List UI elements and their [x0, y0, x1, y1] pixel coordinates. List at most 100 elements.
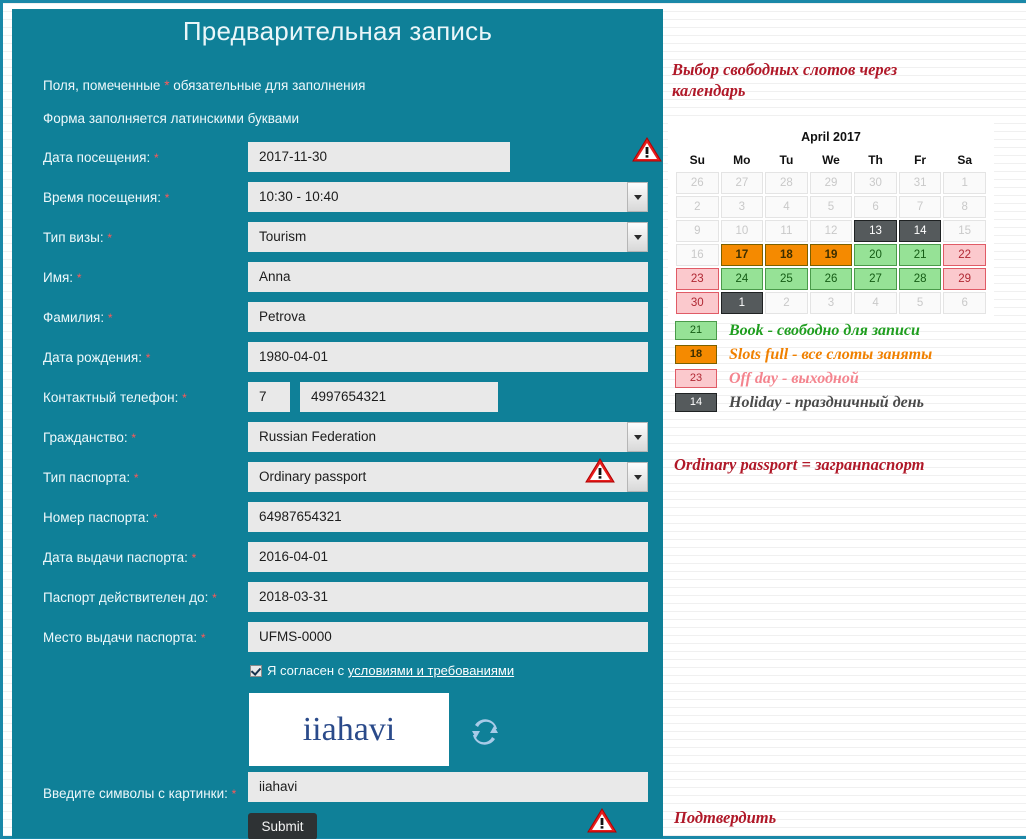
calendar-day-out: 29	[809, 172, 853, 194]
chevron-down-icon[interactable]	[627, 222, 648, 252]
required-asterisk: *	[107, 231, 113, 245]
first-name-value: Anna	[259, 269, 291, 284]
required-asterisk: *	[212, 591, 217, 605]
visit-time-select[interactable]: 10:30 - 10:40	[248, 182, 648, 212]
label-passport-type: Тип паспорта: *	[43, 470, 139, 485]
calendar-day-book[interactable]: 20	[854, 244, 897, 266]
calendar-widget[interactable]: April 2017 Su Mo Tu We Th Fr Sa 26 27 28 29 30 31 1 2…	[668, 123, 994, 322]
calendar-day-off: 30	[676, 292, 719, 314]
calendar-weekday: Th	[868, 153, 883, 167]
calendar-day-out: 6	[943, 292, 986, 314]
calendar-day-book[interactable]: 21	[898, 244, 942, 266]
visit-time-value: 10:30 - 10:40	[259, 189, 339, 204]
legend-label-full: Slots full - все слоты заняты	[729, 345, 933, 363]
terms-agreement-text: Я согласен с условиями и требованиями	[267, 663, 514, 678]
required-asterisk: *	[152, 511, 158, 525]
label-text: Контактный телефон:	[43, 390, 179, 405]
calendar-day-book[interactable]: 27	[854, 268, 897, 290]
label-first-name: Имя: *	[43, 270, 81, 285]
birth-date-value: 1980-04-01	[259, 349, 329, 364]
label-visit-date: Дата посещения: *	[43, 150, 159, 165]
calendar-day-out: 9	[676, 220, 719, 242]
passport-type-value: Ordinary passport	[259, 469, 367, 484]
required-asterisk: *	[191, 551, 197, 565]
passport-expiry-date-input[interactable]: 2018-03-31	[248, 582, 648, 612]
calendar-day-out: 8	[943, 196, 986, 218]
warning-icon-passport-type	[585, 457, 615, 484]
label-visa-type: Тип визы: *	[43, 230, 112, 245]
calendar-day-out: 6	[854, 196, 897, 218]
required-asterisk: *	[200, 631, 206, 645]
calendar-day-book[interactable]: 26	[809, 268, 853, 290]
calendar-day-book[interactable]: 25	[765, 268, 808, 290]
calendar-day-out: 27	[720, 172, 764, 194]
visit-date-input[interactable]: 2017-11-30	[248, 142, 510, 172]
calendar-table: Su Mo Tu We Th Fr Sa 26 27 28 29 30 31 1 2 3 4 5 6 7 8 9 10 11…	[674, 150, 988, 316]
refresh-captcha-icon[interactable]	[471, 719, 499, 745]
captcha-label: Введите символы с картинки: *	[43, 786, 236, 801]
visa-type-value: Tourism	[259, 229, 307, 244]
appointment-form-panel: Предварительная запись Поля, помеченные …	[12, 9, 663, 839]
nationality-select[interactable]: Russian Federation	[248, 422, 648, 452]
captcha-image-text: iiahavi	[302, 710, 396, 748]
calendar-day-out: 31	[898, 172, 942, 194]
calendar-day-out: 12	[809, 220, 853, 242]
label-birth-date: Дата рождения: *	[43, 350, 150, 365]
calendar-day-out: 30	[854, 172, 897, 194]
nationality-value: Russian Federation	[259, 429, 377, 444]
calendar-day-holiday: 14	[898, 220, 942, 242]
label-passport-number: Номер паспорта: *	[43, 510, 158, 525]
calendar-weekday: Fr	[914, 153, 927, 167]
birth-date-input[interactable]: 1980-04-01	[248, 342, 648, 372]
calendar-day-book[interactable]: 28	[898, 268, 942, 290]
phone-country-code-input[interactable]: 7	[248, 382, 290, 412]
calendar-weekday: Su	[689, 153, 705, 167]
calendar-day-full: 19	[809, 244, 853, 266]
chevron-down-icon[interactable]	[627, 462, 648, 492]
refresh-arrows-svg	[472, 719, 498, 745]
visa-type-select[interactable]: Tourism	[248, 222, 648, 252]
calendar-day-off: 29	[943, 268, 986, 290]
label-nationality: Гражданство: *	[43, 430, 136, 445]
passport-issue-place-input[interactable]: UFMS-0000	[248, 622, 648, 652]
calendar-weekday: We	[822, 153, 840, 167]
terms-link[interactable]: условиями и требованиями	[348, 663, 514, 678]
terms-agreement-row[interactable]: Я согласен с условиями и требованиями	[250, 663, 514, 678]
calendar-day-out: 3	[720, 196, 764, 218]
calendar-weekday: Sa	[957, 153, 973, 167]
calendar-week-row: 30 1 2 3 4 5 6	[676, 292, 986, 314]
calendar-day-out: 3	[809, 292, 853, 314]
calendar-heading: Выбор свободных слотов через календарь	[672, 60, 898, 100]
confirm-note: Подтвердить	[674, 808, 777, 827]
required-note-prefix: Поля, помеченные	[43, 78, 165, 93]
captcha-image: iiahavi	[249, 693, 449, 766]
page-title: Предварительная запись	[182, 16, 493, 46]
calendar-day-off: 23	[676, 268, 719, 290]
calendar-day-out: 2	[765, 292, 808, 314]
last-name-value: Petrova	[259, 309, 306, 324]
calendar-day-book[interactable]: 24	[720, 268, 764, 290]
chevron-down-icon[interactable]	[627, 422, 648, 452]
calendar-week-row: 23 24 25 26 27 28 29	[676, 268, 986, 290]
passport-issue-date-input[interactable]: 2016-04-01	[248, 542, 648, 572]
label-last-name: Фамилия: *	[43, 310, 113, 325]
app-root: Предварительная запись Поля, помеченные …	[0, 0, 1026, 839]
label-text: Дата рождения:	[43, 350, 142, 365]
terms-checkbox[interactable]	[250, 664, 262, 677]
calendar-day-holiday: 13	[854, 220, 897, 242]
required-asterisk: *	[131, 431, 137, 445]
calendar-day-full: 18	[765, 244, 808, 266]
passport-type-note: Ordinary passport = загранпаспорт	[674, 455, 925, 474]
phone-number-input[interactable]: 4997654321	[300, 382, 498, 412]
last-name-input[interactable]: Petrova	[248, 302, 648, 332]
captcha-input[interactable]: iiahavi	[248, 772, 648, 802]
first-name-input[interactable]: Anna	[248, 262, 648, 292]
label-text: Дата посещения:	[43, 150, 151, 165]
label-passport-issue-date: Дата выдачи паспорта: *	[43, 550, 196, 565]
submit-button[interactable]: Submit	[248, 813, 317, 839]
calendar-day-holiday: 1	[720, 292, 764, 314]
passport-number-input[interactable]: 64987654321	[248, 502, 648, 532]
label-text: Номер паспорта:	[43, 510, 150, 525]
calendar-day-out: 10	[720, 220, 764, 242]
chevron-down-icon[interactable]	[627, 182, 648, 212]
